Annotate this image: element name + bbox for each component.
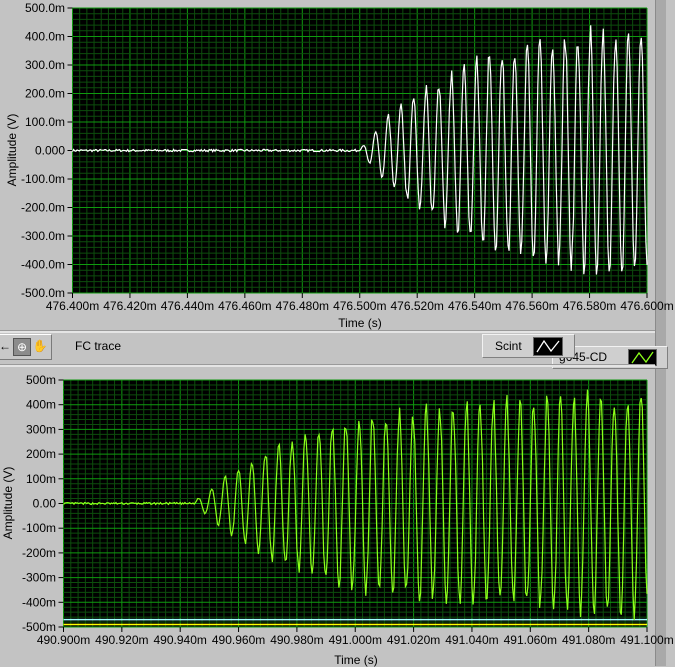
y-tick-label: -200m xyxy=(22,546,56,560)
x-axis-label: Time (s) xyxy=(334,653,378,667)
x-tick-label: 491.100m xyxy=(620,633,673,647)
x-tick-label: 490.920m xyxy=(95,633,148,647)
y-tick-label: -300m xyxy=(22,571,56,585)
g645-cd-plot-area[interactable]: 490.900m 490.920m 490.940m 490.960m 490.980m… xyxy=(0,0,675,666)
y-tick-label: 300m xyxy=(26,422,56,436)
y-tick-label: 400m xyxy=(26,398,56,412)
y-tick-label: -100m xyxy=(22,521,56,535)
x-tick-label: 491.080m xyxy=(562,633,615,647)
x-tick-label: 490.900m xyxy=(37,633,90,647)
y-tick-label: 100m xyxy=(26,472,56,486)
x-tick-label: 490.940m xyxy=(154,633,207,647)
x-tick-label: 491.060m xyxy=(504,633,557,647)
y-tick-label: 500m xyxy=(26,373,56,387)
y-tick-label: -500m xyxy=(22,620,56,634)
y-axis-label: Amplitude (V) xyxy=(1,466,15,540)
x-tick-label: 491.020m xyxy=(387,633,440,647)
x-tick-label: 491.040m xyxy=(445,633,498,647)
x-tick-label: 491.000m xyxy=(329,633,382,647)
x-tick-label: 490.960m xyxy=(212,633,265,647)
x-tick-label: 490.980m xyxy=(270,633,323,647)
y-tick-label: 0.00 xyxy=(33,497,57,511)
y-tick-label: 200m xyxy=(26,447,56,461)
y-tick-label: -400m xyxy=(22,595,56,609)
